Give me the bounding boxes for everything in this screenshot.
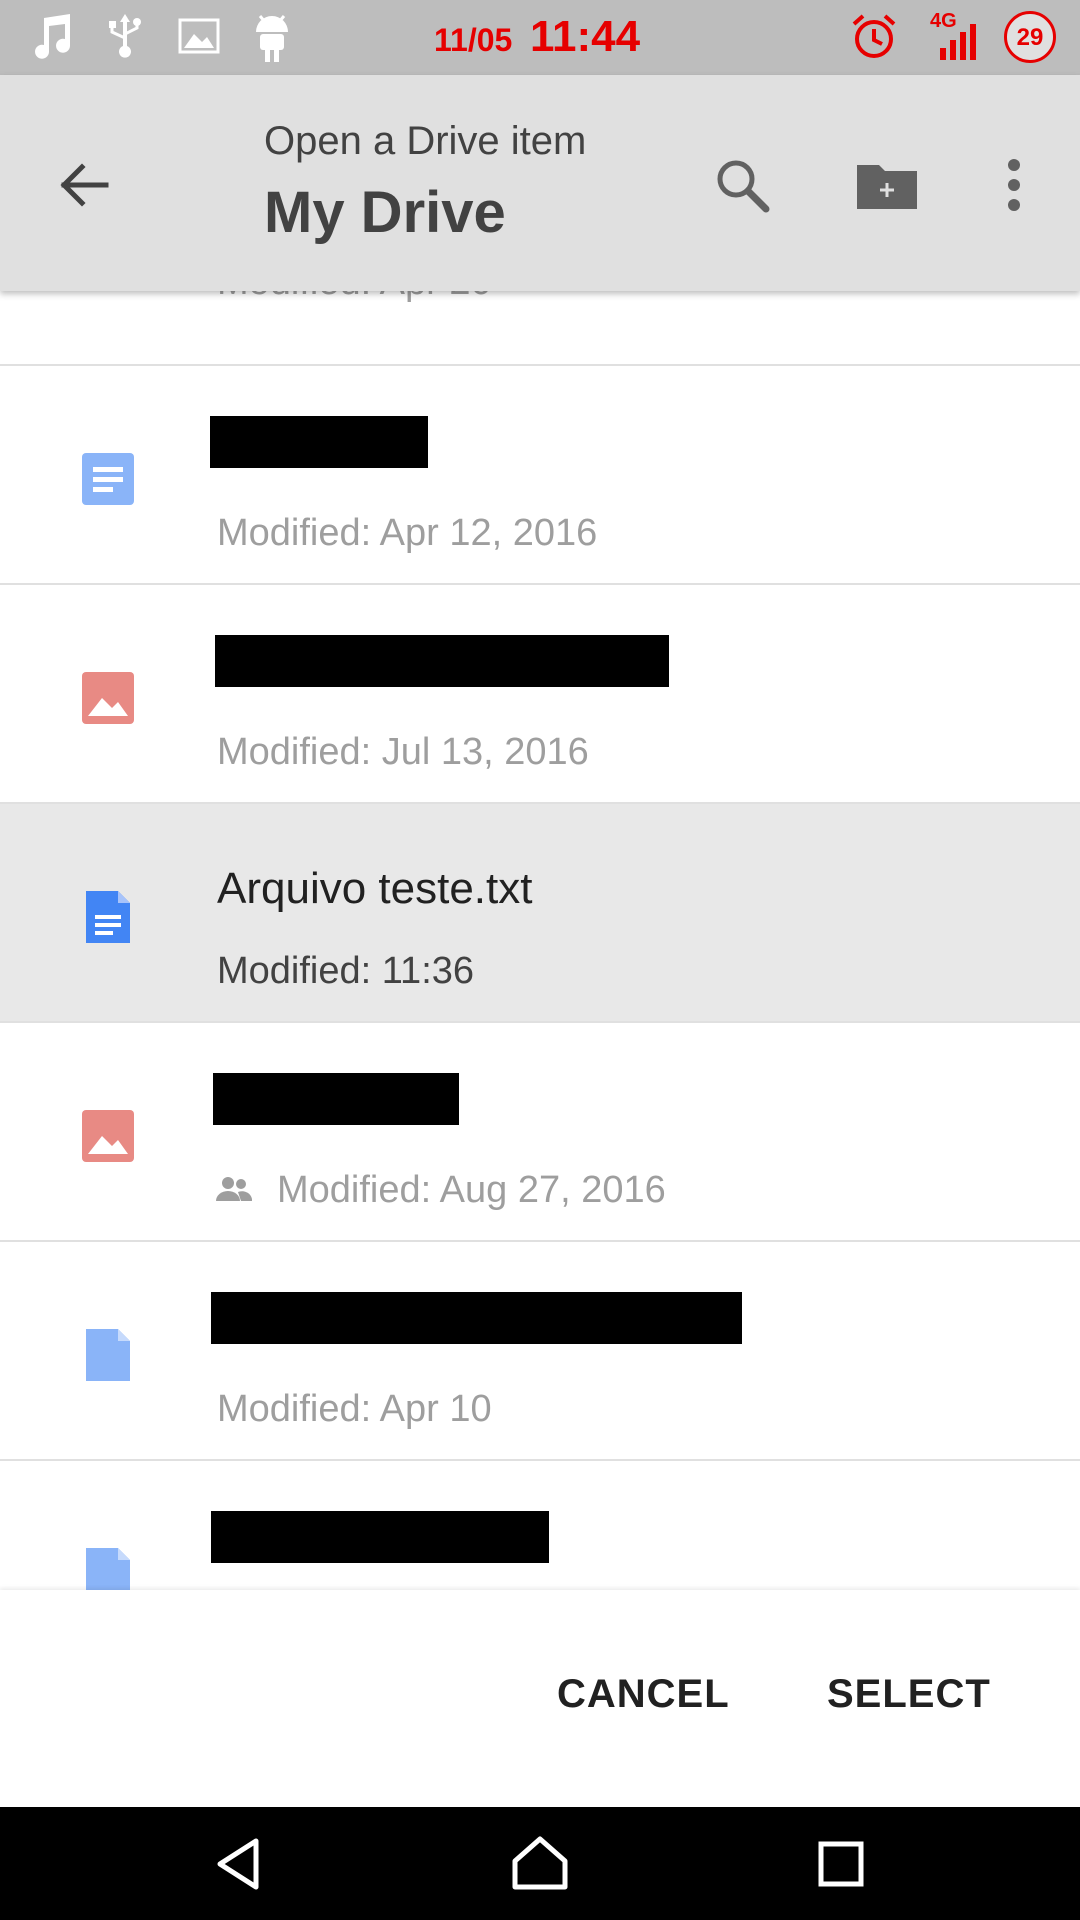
status-bar: 11/05 11:44 4G 29 xyxy=(0,0,1080,75)
shared-people-icon xyxy=(216,1177,252,1201)
file-icon xyxy=(86,1329,130,1381)
alarm-icon xyxy=(852,14,896,58)
status-time: 11:44 xyxy=(530,12,641,61)
app-bar: Open a Drive item My Drive xyxy=(0,75,1080,291)
file-name-redacted xyxy=(211,1292,742,1344)
more-vert-icon[interactable] xyxy=(982,153,1046,217)
file-icon xyxy=(86,1548,130,1591)
battery-indicator: 29 xyxy=(1004,11,1056,63)
screen: 11/05 11:44 4G 29 Open a Drive item My D… xyxy=(0,0,1080,1920)
image-icon xyxy=(82,672,134,724)
file-list: Modified: Apr 20 Modified: Apr 12, 2016 … xyxy=(0,291,1080,1591)
music-icon xyxy=(35,14,70,59)
file-name-redacted xyxy=(213,1073,459,1125)
search-icon[interactable] xyxy=(710,153,774,217)
dialog-button-bar: CANCEL SELECT xyxy=(0,1590,1080,1807)
text-file-icon xyxy=(86,891,130,943)
back-triangle-icon[interactable] xyxy=(206,1829,276,1899)
select-button[interactable]: SELECT xyxy=(827,1672,991,1717)
list-item[interactable] xyxy=(0,1461,1080,1591)
file-modified: Modified: Jul 13, 2016 xyxy=(217,731,589,773)
back-arrow-icon[interactable] xyxy=(52,153,116,217)
image-icon xyxy=(82,1110,134,1162)
image-icon xyxy=(178,18,220,54)
file-modified: Modified: Apr 20 xyxy=(217,291,492,304)
list-item[interactable]: Modified: Aug 27, 2016 xyxy=(0,1023,1080,1242)
file-name-redacted xyxy=(211,1511,549,1563)
navigation-bar xyxy=(0,1807,1080,1920)
file-modified: Modified: Apr 10 xyxy=(217,1388,492,1430)
new-folder-icon[interactable] xyxy=(855,153,919,217)
list-item[interactable]: Modified: Apr 10 xyxy=(0,1242,1080,1461)
file-modified: Modified: Apr 12, 2016 xyxy=(217,512,598,554)
signal-icon xyxy=(940,24,976,60)
home-icon[interactable] xyxy=(505,1829,575,1899)
cancel-button[interactable]: CANCEL xyxy=(557,1672,730,1717)
doc-icon xyxy=(82,453,134,505)
list-item[interactable]: Modified: Apr 20 xyxy=(0,291,1080,366)
page-title: My Drive xyxy=(264,180,506,245)
list-item[interactable]: Modified: Apr 12, 2016 xyxy=(0,366,1080,585)
usb-icon xyxy=(109,14,141,58)
recents-icon[interactable] xyxy=(806,1829,876,1899)
status-date: 11/05 xyxy=(434,22,513,58)
list-item[interactable]: Modified: Jul 13, 2016 xyxy=(0,585,1080,804)
file-modified: Modified: 11:36 xyxy=(217,950,475,992)
file-name-redacted xyxy=(215,635,669,687)
file-name-redacted xyxy=(210,416,428,468)
list-item-selected[interactable]: Arquivo teste.txt Modified: 11:36 xyxy=(0,804,1080,1023)
android-icon xyxy=(256,15,288,62)
file-modified: Modified: Aug 27, 2016 xyxy=(277,1169,666,1211)
dialog-subtitle: Open a Drive item xyxy=(264,119,587,163)
file-name: Arquivo teste.txt xyxy=(217,864,533,913)
battery-level: 29 xyxy=(1016,24,1044,51)
